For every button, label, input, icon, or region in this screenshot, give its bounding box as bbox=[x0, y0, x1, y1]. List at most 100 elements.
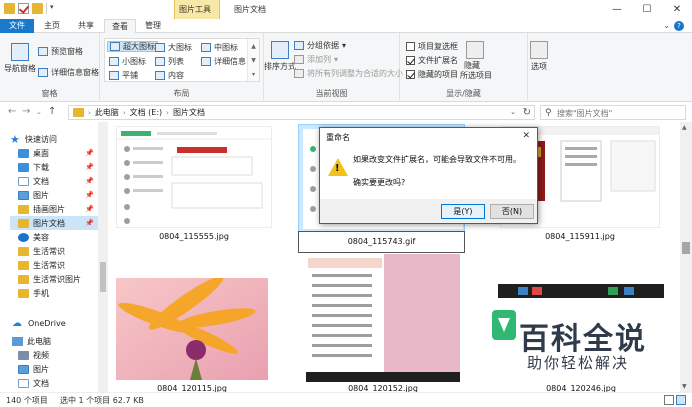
chevron-right-icon[interactable]: › bbox=[123, 109, 126, 117]
tab-home[interactable]: 主页 bbox=[36, 19, 68, 33]
layout-details[interactable]: 详细信息 bbox=[201, 56, 246, 67]
chevron-down-icon[interactable]: ⌄ bbox=[510, 108, 516, 116]
file-name[interactable]: 0804_120246.jpg bbox=[498, 384, 664, 392]
nav-item-this-pc[interactable]: 此电脑 bbox=[12, 334, 51, 348]
checkbox-checked[interactable] bbox=[406, 70, 415, 79]
new-folder-icon[interactable] bbox=[32, 3, 43, 14]
add-columns-button[interactable]: 添加列 ▾ bbox=[294, 54, 338, 65]
nav-pane-button[interactable]: 导航窗格 bbox=[4, 43, 36, 74]
chevron-up-icon[interactable]: ▲ bbox=[682, 124, 687, 131]
expand-gallery-icon[interactable]: ▾ bbox=[252, 71, 255, 78]
file-thumbnail[interactable] bbox=[306, 254, 460, 382]
breadcrumb-folder[interactable]: 图片文档 bbox=[173, 107, 205, 118]
yes-button[interactable]: 是(Y) bbox=[441, 204, 485, 219]
sort-by-button[interactable]: 排序方式 bbox=[264, 41, 296, 72]
nav-item-phone[interactable]: 手机 bbox=[18, 286, 49, 300]
forward-arrow-icon[interactable]: → bbox=[22, 106, 30, 117]
maximize-button[interactable]: ☐ bbox=[632, 0, 662, 19]
nav-item-life-tips-2[interactable]: 生活常识 bbox=[18, 258, 65, 272]
tab-file[interactable]: 文件 bbox=[0, 19, 34, 33]
close-button[interactable]: ✕ bbox=[662, 0, 692, 19]
minimize-button[interactable]: — bbox=[602, 0, 632, 19]
nav-item-pictures[interactable]: 图片 📌 bbox=[18, 188, 98, 202]
details-view-icon[interactable] bbox=[664, 395, 674, 405]
address-bar[interactable]: › 此电脑 › 文档 (E:) › 图片文档 ⌄ ↻ bbox=[68, 105, 535, 120]
nav-item-documents[interactable]: 文档 📌 bbox=[18, 174, 98, 188]
group-by-button[interactable]: 分组依据 ▾ bbox=[294, 40, 346, 51]
selection-info: 选中 1 个项目 62.7 KB bbox=[60, 396, 144, 405]
help-icon[interactable]: ? bbox=[674, 21, 684, 31]
chevron-down-icon[interactable]: ▼ bbox=[682, 383, 687, 390]
nav-item-downloads[interactable]: 下载 📌 bbox=[18, 160, 98, 174]
hidden-items-toggle[interactable]: 隐藏的项目 bbox=[406, 69, 458, 80]
tab-share[interactable]: 共享 bbox=[70, 19, 102, 33]
nav-item-image-docs[interactable]: 图片文档 📌 bbox=[10, 216, 98, 230]
search-input[interactable]: ⚲ 搜索"图片文档" bbox=[540, 105, 686, 120]
recent-locations-icon[interactable]: ⌄ bbox=[36, 108, 42, 116]
layout-large-icons[interactable]: 大图标 bbox=[155, 42, 192, 53]
nav-item-beauty[interactable]: 美容 bbox=[18, 230, 49, 244]
file-name[interactable]: 0804_120115.jpg bbox=[116, 384, 268, 392]
chevron-right-icon[interactable]: › bbox=[166, 109, 169, 117]
properties-icon[interactable] bbox=[18, 3, 29, 14]
layout-list[interactable]: 列表 bbox=[155, 56, 184, 67]
preview-pane-button[interactable]: 预览窗格 bbox=[38, 46, 83, 57]
nav-item-pc-documents[interactable]: 文档 bbox=[18, 376, 49, 390]
nav-item-illustrations[interactable]: 插画图片 📌 bbox=[18, 202, 98, 216]
folder-icon[interactable] bbox=[4, 3, 15, 14]
checkbox-unchecked[interactable] bbox=[406, 42, 415, 51]
hide-selected-icon[interactable] bbox=[462, 41, 484, 59]
layout-small-icons[interactable]: 小图标 bbox=[109, 56, 146, 67]
scrollbar-thumb[interactable] bbox=[682, 242, 690, 254]
scrollbar-thumb[interactable] bbox=[100, 262, 106, 292]
nav-item-life-tips-images[interactable]: 生活常识图片 bbox=[18, 272, 81, 286]
options-button[interactable]: 选项 bbox=[530, 41, 548, 72]
item-checkboxes-toggle[interactable]: 项目复选框 bbox=[406, 41, 458, 52]
file-name[interactable]: 0804_115911.jpg bbox=[500, 232, 660, 241]
file-extensions-toggle[interactable]: 文件扩展名 bbox=[406, 55, 458, 66]
nav-item-pc-pictures[interactable]: 图片 bbox=[18, 362, 49, 376]
file-thumbnail[interactable] bbox=[116, 278, 268, 380]
chevron-up-icon[interactable]: ▲ bbox=[251, 43, 256, 50]
nav-item-videos[interactable]: 视频 bbox=[18, 348, 49, 362]
tab-manage[interactable]: 管理 bbox=[138, 19, 168, 33]
options-icon bbox=[530, 41, 548, 59]
checkbox-checked[interactable] bbox=[406, 56, 415, 65]
rename-input[interactable]: 0804_115743.gif bbox=[298, 231, 465, 253]
layout-tiles[interactable]: 平铺 bbox=[109, 70, 138, 81]
file-thumbnail[interactable] bbox=[498, 284, 664, 298]
no-button[interactable]: 否(N) bbox=[490, 204, 534, 219]
nav-item-quick-access[interactable]: ★ 快速访问 bbox=[10, 132, 57, 146]
file-thumbnail[interactable] bbox=[116, 126, 272, 228]
close-icon[interactable]: ✕ bbox=[522, 131, 530, 141]
layout-medium-icons[interactable]: 中图标 bbox=[201, 42, 238, 53]
nav-item-desktop[interactable]: 桌面 📌 bbox=[18, 146, 98, 160]
refresh-icon[interactable]: ↻ bbox=[523, 107, 531, 118]
hide-selected-label-2[interactable]: 所选项目 bbox=[460, 70, 492, 81]
chevron-down-icon[interactable]: ⌄ bbox=[663, 21, 670, 30]
file-name[interactable]: 0804_115555.jpg bbox=[116, 232, 272, 241]
size-columns-button[interactable]: 将所有列调整为合适的大小 bbox=[294, 68, 403, 79]
chevron-right-icon[interactable]: › bbox=[88, 109, 91, 117]
layout-extra-large-icons[interactable]: 超大图标 bbox=[107, 41, 158, 52]
back-arrow-icon[interactable]: ← bbox=[8, 106, 16, 117]
customize-toolbar-icon[interactable]: ▾ bbox=[50, 3, 58, 14]
nav-item-life-tips-1[interactable]: 生活常识 bbox=[18, 244, 65, 258]
file-name[interactable]: 0804_120152.jpg bbox=[306, 384, 460, 392]
content-scrollbar[interactable]: ▲ ▼ bbox=[680, 122, 692, 392]
chevron-down-icon[interactable]: ▼ bbox=[251, 57, 256, 64]
layout-content[interactable]: 内容 bbox=[155, 70, 184, 81]
details-pane-button[interactable]: 详细信息窗格 bbox=[38, 67, 99, 78]
tab-view[interactable]: 查看 bbox=[104, 19, 136, 34]
layout-gallery-scroll[interactable]: ▲ ▼ ▾ bbox=[247, 39, 259, 81]
status-bar: 140 个项目 选中 1 个项目 62.7 KB bbox=[0, 392, 692, 407]
breadcrumb-drive[interactable]: 文档 (E:) bbox=[130, 107, 163, 118]
nav-item-onedrive[interactable]: ☁ OneDrive bbox=[12, 316, 66, 330]
nav-pane-scrollbar[interactable] bbox=[98, 122, 108, 392]
up-arrow-icon[interactable]: ↑ bbox=[48, 106, 56, 117]
music-icon bbox=[18, 232, 29, 242]
toolbar-separator bbox=[46, 3, 47, 14]
window-controls: — ☐ ✕ bbox=[602, 0, 692, 19]
large-icons-view-icon[interactable] bbox=[676, 395, 686, 405]
breadcrumb-this-pc[interactable]: 此电脑 bbox=[95, 107, 119, 118]
